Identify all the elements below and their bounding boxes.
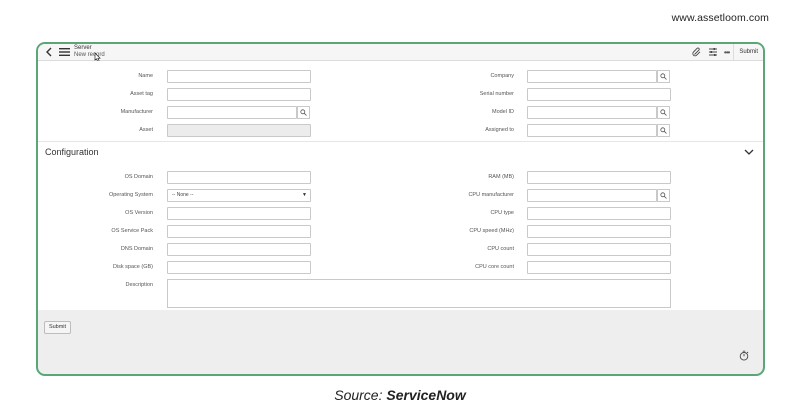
cpu-type-input[interactable] bbox=[527, 207, 671, 220]
os-service-pack-input[interactable] bbox=[167, 225, 311, 238]
search-icon[interactable] bbox=[297, 106, 310, 119]
attachment-icon[interactable] bbox=[692, 47, 702, 57]
source-prefix: Source: bbox=[334, 387, 387, 403]
operating-system-label: Operating System bbox=[108, 192, 153, 198]
record-type-title: Server bbox=[74, 45, 92, 51]
menu-icon[interactable] bbox=[59, 47, 70, 57]
asset-tag-label: Asset tag bbox=[130, 91, 153, 97]
cpu-core-count-label: CPU core count bbox=[475, 264, 514, 270]
search-icon[interactable] bbox=[657, 189, 670, 202]
header-actions: ••• Submit bbox=[692, 44, 763, 60]
submit-button[interactable]: Submit bbox=[44, 321, 71, 334]
settings-sliders-icon[interactable] bbox=[708, 47, 718, 57]
more-icon[interactable]: ••• bbox=[724, 48, 730, 57]
assigned-to-input[interactable] bbox=[527, 124, 657, 137]
os-service-pack-label: OS Service Pack bbox=[111, 228, 153, 234]
company-label: Company bbox=[490, 73, 514, 79]
model-id-input[interactable] bbox=[527, 106, 657, 119]
description-label: Description bbox=[125, 282, 153, 288]
os-version-input[interactable] bbox=[167, 207, 311, 220]
brand-url: www.assetloom.com bbox=[671, 12, 769, 24]
dns-domain-label: DNS Domain bbox=[120, 246, 153, 252]
back-icon[interactable] bbox=[44, 46, 54, 58]
cpu-count-label: CPU count bbox=[487, 246, 514, 252]
cpu-manufacturer-label: CPU manufacturer bbox=[468, 192, 514, 198]
search-icon[interactable] bbox=[657, 106, 670, 119]
app-window: Server New record ••• Submit Name Asset … bbox=[36, 42, 765, 376]
asset-tag-input[interactable] bbox=[167, 88, 311, 101]
caret-down-icon: ▼ bbox=[302, 192, 307, 198]
manufacturer-label: Manufacturer bbox=[120, 109, 153, 115]
os-domain-input[interactable] bbox=[167, 171, 311, 184]
stopwatch-icon[interactable] bbox=[739, 350, 749, 361]
model-id-label: Model ID bbox=[491, 109, 514, 115]
operating-system-value: -- None -- bbox=[172, 192, 194, 198]
assigned-to-label: Assigned to bbox=[485, 127, 514, 133]
asset-readonly-field bbox=[167, 124, 311, 137]
operating-system-select[interactable]: -- None -- ▼ bbox=[167, 189, 311, 202]
ram-input[interactable] bbox=[527, 171, 671, 184]
serial-number-input[interactable] bbox=[527, 88, 671, 101]
cpu-count-input[interactable] bbox=[527, 243, 671, 256]
cpu-speed-input[interactable] bbox=[527, 225, 671, 238]
manufacturer-input[interactable] bbox=[167, 106, 297, 119]
company-input[interactable] bbox=[527, 70, 657, 83]
os-domain-label: OS Domain bbox=[124, 174, 153, 180]
disk-space-input[interactable] bbox=[167, 261, 311, 274]
cpu-manufacturer-input[interactable] bbox=[527, 189, 657, 202]
source-caption: Source: ServiceNow bbox=[0, 387, 800, 403]
form-header: Server New record ••• Submit bbox=[38, 44, 763, 63]
configuration-fields-section: OS Domain Operating System -- None -- ▼ … bbox=[38, 164, 763, 310]
description-textarea[interactable] bbox=[167, 279, 671, 308]
cpu-core-count-input[interactable] bbox=[527, 261, 671, 274]
asset-label: Asset bbox=[139, 127, 153, 133]
serial-number-label: Serial number bbox=[479, 91, 514, 97]
search-icon[interactable] bbox=[657, 70, 670, 83]
name-label: Name bbox=[138, 73, 153, 79]
os-version-label: OS Version bbox=[125, 210, 153, 216]
cpu-speed-label: CPU speed (MHz) bbox=[469, 228, 514, 234]
header-submit-button[interactable]: Submit bbox=[733, 44, 763, 60]
search-icon[interactable] bbox=[657, 124, 670, 137]
configuration-section-header[interactable]: Configuration bbox=[38, 142, 763, 164]
name-input[interactable] bbox=[167, 70, 311, 83]
disk-space-label: Disk space (GB) bbox=[112, 264, 153, 270]
chevron-down-icon[interactable] bbox=[744, 148, 754, 156]
ram-label: RAM (MB) bbox=[488, 174, 514, 180]
configuration-title: Configuration bbox=[45, 147, 99, 157]
dns-domain-input[interactable] bbox=[167, 243, 311, 256]
source-name: ServiceNow bbox=[386, 387, 466, 403]
main-fields-section: Name Asset tag Manufacturer Asset Compan… bbox=[38, 61, 763, 141]
cpu-type-label: CPU type bbox=[490, 210, 514, 216]
